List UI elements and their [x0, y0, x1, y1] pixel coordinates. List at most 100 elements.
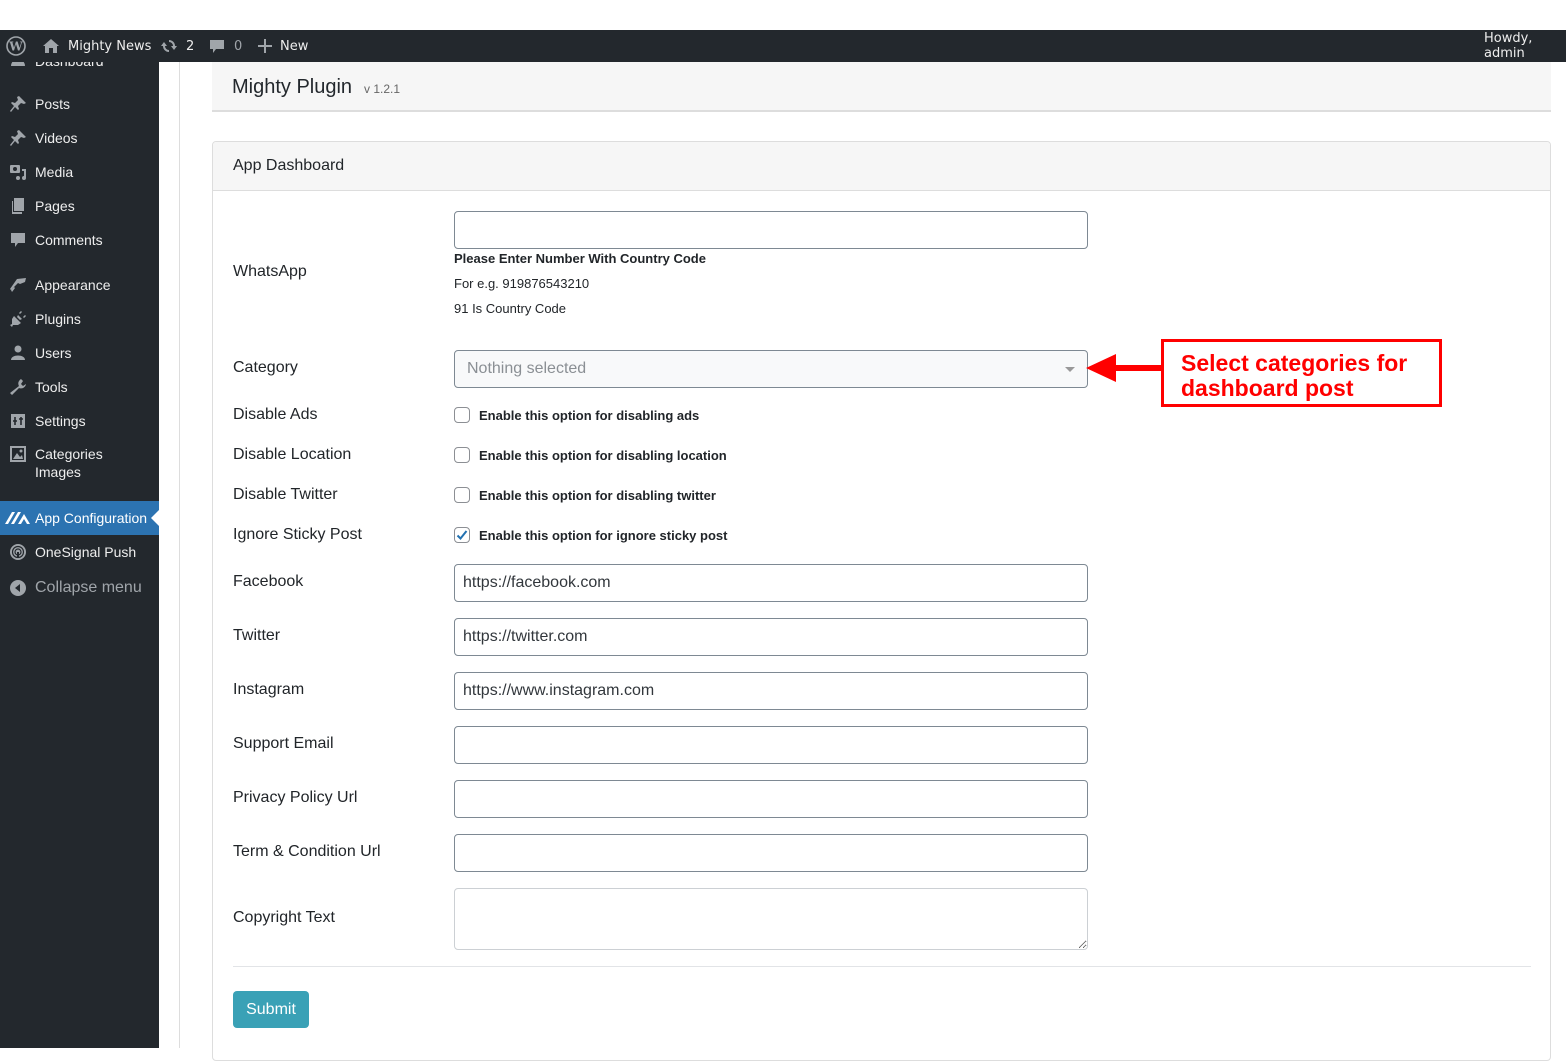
collapse-icon [8, 578, 28, 598]
comment-icon [209, 38, 225, 54]
whatsapp-help-code: 91 Is Country Code [454, 301, 567, 316]
checkmark-icon [456, 530, 468, 540]
sidebar-item-app-configuration[interactable]: App Configuration [0, 501, 159, 535]
pin-icon [8, 128, 28, 148]
disable-twitter-checkbox[interactable] [454, 487, 470, 503]
plugin-icon [8, 309, 28, 329]
sidebar-item-categories-images[interactable]: Categories Images [0, 438, 159, 490]
disable-location-option-label[interactable]: Enable this option for disabling locatio… [479, 448, 727, 463]
comment-icon [8, 230, 28, 250]
twitter-input[interactable] [454, 618, 1088, 656]
site-name: Mighty News [68, 38, 152, 54]
paintbrush-icon [8, 275, 28, 295]
copyright-textarea[interactable] [454, 888, 1088, 950]
disable-location-label: Disable Location [233, 446, 352, 463]
disable-twitter-option: Enable this option for disabling twitter [454, 487, 716, 503]
plugin-title: Mighty Plugin [232, 76, 353, 98]
copyright-label: Copyright Text [233, 909, 335, 926]
ignore-sticky-label: Ignore Sticky Post [233, 526, 362, 543]
terms-input[interactable] [454, 834, 1088, 872]
annotation-callout: Select categories for dashboard post [1161, 339, 1442, 407]
sidebar-item-comments[interactable]: Comments [0, 223, 159, 257]
plugin-header: Mighty Plugin v 1.2.1 [212, 62, 1551, 112]
plus-icon [258, 39, 272, 53]
card-header: App Dashboard [213, 142, 1550, 191]
sidebar-item-tools[interactable]: Tools [0, 370, 159, 404]
new-content-link[interactable]: New [258, 30, 308, 62]
facebook-input[interactable] [454, 564, 1088, 602]
sidebar-item-videos[interactable]: Videos [0, 121, 159, 155]
disable-twitter-label: Disable Twitter [233, 486, 338, 503]
sidebar-item-posts[interactable]: Posts [0, 87, 159, 121]
admin-sidebar: Dashboard Posts Videos Media Pages Comme… [0, 62, 159, 1048]
wordpress-logo-icon: W [6, 36, 26, 56]
image-icon [8, 444, 28, 464]
comments-link[interactable]: 0 [209, 30, 242, 62]
user-icon [8, 343, 28, 363]
support-email-label: Support Email [233, 735, 334, 752]
wordpress-logo-button[interactable]: W [6, 30, 26, 62]
updates-link[interactable]: 2 [160, 30, 194, 62]
dashboard-icon [8, 62, 28, 71]
sidebar-item-appearance[interactable]: Appearance [0, 268, 159, 302]
onesignal-icon [8, 542, 28, 562]
sidebar-item-pages[interactable]: Pages [0, 189, 159, 223]
chevron-down-icon [1065, 367, 1075, 372]
home-icon [42, 38, 60, 54]
ignore-sticky-option-label[interactable]: Enable this option for ignore sticky pos… [479, 528, 727, 543]
terms-label: Term & Condition Url [233, 843, 381, 860]
pin-icon [8, 94, 28, 114]
privacy-policy-input[interactable] [454, 780, 1088, 818]
whatsapp-input[interactable] [454, 211, 1088, 249]
annotation-arrow-icon [1086, 354, 1164, 382]
instagram-input[interactable] [454, 672, 1088, 710]
greeting: Howdy, admin [1484, 31, 1533, 61]
annotation-line-1: Select categories for [1181, 350, 1408, 376]
annotation-line-2: dashboard post [1181, 375, 1354, 401]
disable-ads-option: Enable this option for disabling ads [454, 407, 699, 423]
top-blank-area [0, 0, 1566, 30]
svg-text:W: W [8, 40, 23, 54]
whatsapp-help-title: Please Enter Number With Country Code [454, 251, 706, 266]
disable-ads-label: Disable Ads [233, 406, 318, 423]
new-label: New [280, 38, 309, 54]
ignore-sticky-option: Enable this option for ignore sticky pos… [454, 527, 727, 543]
form-divider [233, 966, 1531, 967]
site-name-link[interactable]: Mighty News [42, 30, 151, 62]
media-icon [8, 162, 28, 182]
support-email-input[interactable] [454, 726, 1088, 764]
annotation-text: Select categories for dashboard post [1181, 351, 1407, 401]
category-label: Category [233, 359, 298, 376]
whatsapp-label: WhatsApp [233, 263, 307, 280]
sidebar-item-users[interactable]: Users [0, 336, 159, 370]
wrench-icon [8, 377, 28, 397]
instagram-label: Instagram [233, 681, 305, 698]
disable-ads-option-label[interactable]: Enable this option for disabling ads [479, 408, 699, 423]
updates-count: 2 [186, 38, 195, 54]
comments-count: 0 [234, 38, 243, 54]
settings-icon [8, 411, 28, 431]
sidebar-item-dashboard[interactable]: Dashboard [0, 62, 159, 78]
twitter-label: Twitter [233, 627, 281, 644]
disable-location-option: Enable this option for disabling locatio… [454, 447, 727, 463]
disable-twitter-option-label[interactable]: Enable this option for disabling twitter [479, 488, 716, 503]
updates-icon [160, 37, 178, 55]
pages-icon [8, 196, 28, 216]
disable-location-checkbox[interactable] [454, 447, 470, 463]
facebook-label: Facebook [233, 573, 304, 590]
collapse-menu-button[interactable]: Collapse menu [0, 571, 159, 605]
content-divider [179, 62, 180, 1048]
admin-bar: W Mighty News 2 0 New Howdy, admin [0, 30, 1566, 62]
whatsapp-help-example: For e.g. 919876543210 [454, 276, 590, 291]
sidebar-item-plugins[interactable]: Plugins [0, 302, 159, 336]
sidebar-item-settings[interactable]: Settings [0, 404, 159, 438]
submit-button[interactable]: Submit [233, 991, 309, 1028]
sidebar-item-onesignal-push[interactable]: OneSignal Push [0, 535, 159, 569]
category-selected-value: Nothing selected [467, 360, 587, 377]
category-select[interactable]: Nothing selected [454, 350, 1088, 388]
disable-ads-checkbox[interactable] [454, 407, 470, 423]
ignore-sticky-checkbox[interactable] [454, 527, 470, 543]
sidebar-item-media[interactable]: Media [0, 155, 159, 189]
mighty-logo-icon [4, 508, 32, 528]
account-menu[interactable]: Howdy, admin [1484, 30, 1566, 62]
